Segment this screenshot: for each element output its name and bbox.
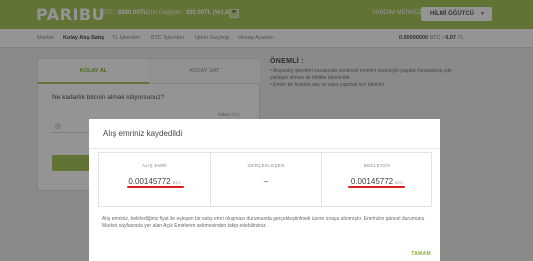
stat-value: 0.00145772 BTC: [128, 177, 181, 186]
stat-filled: GERÇEKLEŞEN –: [210, 153, 321, 206]
divider: [89, 148, 440, 149]
order-summary: ALIŞ EMRİ 0.00145772 BTC GERÇEKLEŞEN – BE…: [98, 152, 432, 207]
stat-label: ALIŞ EMRİ: [142, 163, 167, 168]
stat-label: GERÇEKLEŞEN: [247, 163, 285, 168]
highlight-underline: [348, 186, 405, 188]
highlight-underline: [127, 186, 184, 188]
stat-pending: BEKLEYEN 0.00145772 BTC: [321, 153, 432, 206]
dialog-title: Alış emriniz kaydedildi: [103, 129, 183, 138]
stat-buy-order: ALIŞ EMRİ 0.00145772 BTC: [99, 153, 210, 206]
stat-label: BEKLEYEN: [363, 163, 391, 168]
order-confirmation-dialog: Alış emriniz kaydedildi ALIŞ EMRİ 0.0014…: [89, 119, 440, 261]
stat-value: –: [263, 177, 269, 186]
stat-value: 0.00145772 BTC: [350, 177, 404, 186]
ok-button[interactable]: TAMAM: [411, 251, 431, 257]
order-note: Alış emriniz, belirlediğiniz fiyat ile e…: [102, 216, 425, 229]
